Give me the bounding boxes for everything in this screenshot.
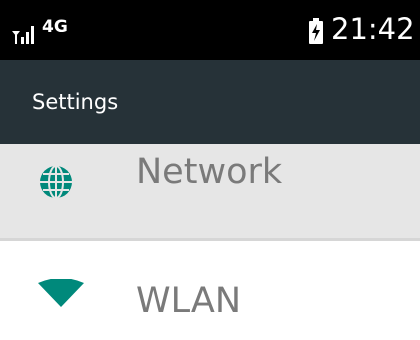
- phone-screen: 4G 21:42 Settings Network WLAN: [0, 0, 420, 340]
- page-title: Settings: [32, 90, 119, 114]
- settings-item-network[interactable]: Network: [0, 144, 420, 241]
- settings-item-label: Network: [136, 152, 283, 192]
- app-header: Settings: [0, 60, 420, 144]
- settings-item-label: WLAN: [136, 281, 242, 321]
- globe-icon: [40, 165, 72, 199]
- wifi-icon: [38, 279, 84, 307]
- settings-item-wlan[interactable]: WLAN: [0, 241, 420, 340]
- clock: 21:42: [331, 12, 415, 46]
- status-bar: 4G 21:42: [0, 0, 420, 60]
- signal-icon: [12, 26, 34, 44]
- network-type-label: 4G: [42, 17, 68, 37]
- battery-charging-icon: [309, 18, 323, 44]
